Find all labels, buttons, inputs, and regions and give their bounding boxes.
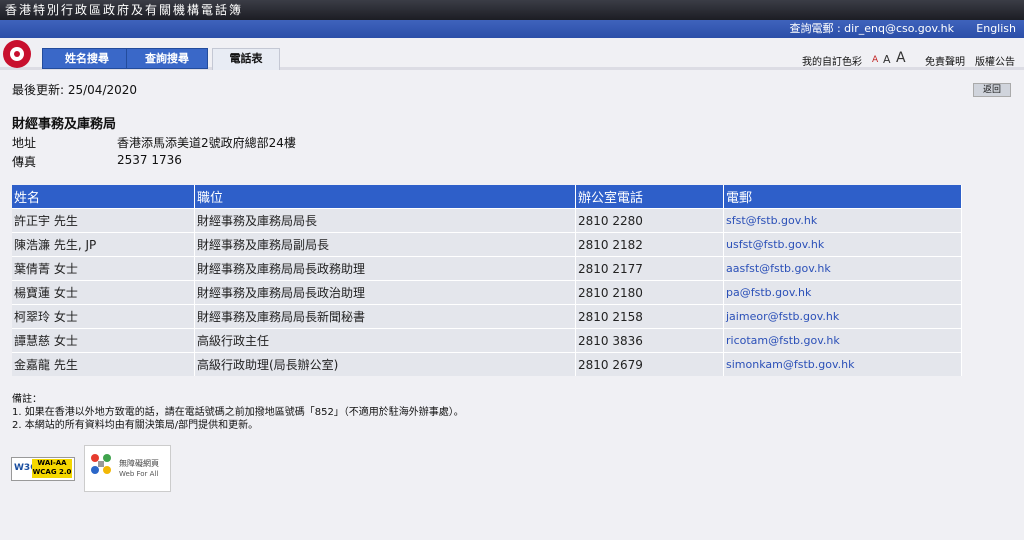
table-row: 金嘉龍 先生 高級行政助理(局長辦公室) 2810 2679 simonkam@… xyxy=(12,352,962,376)
staff-post: 財經事務及庫務局副局長 xyxy=(194,232,576,257)
staff-directory-table: 姓名 職位 辦公室電話 電郵 許正宇 先生 財經事務及庫務局局長 2810 22… xyxy=(12,185,962,376)
staff-name: 陳浩濂 先生, JP xyxy=(12,232,195,257)
staff-email-link[interactable]: ricotam@fstb.gov.hk xyxy=(723,328,962,353)
staff-email-link[interactable]: simonkam@fstb.gov.hk xyxy=(723,352,962,376)
font-size-medium-button[interactable]: A xyxy=(883,53,891,66)
staff-phone: 2810 2180 xyxy=(575,280,724,305)
address-label: 地址 xyxy=(12,136,37,150)
staff-email-link[interactable]: sfst@fstb.gov.hk xyxy=(723,208,962,233)
staff-phone: 2810 2158 xyxy=(575,304,724,329)
fax-value: 2537 1736 xyxy=(117,153,182,167)
fax-label: 傳真 xyxy=(12,155,37,169)
site-title-bar: 香港特別行政區政府及有關機構電話簿 xyxy=(0,0,1024,20)
staff-post: 財經事務及庫務局局長政治助理 xyxy=(194,280,576,305)
table-row: 楊寶蓮 女士 財經事務及庫務局局長政治助理 2810 2180 pa@fstb.… xyxy=(12,280,962,305)
info-bar: 查詢電郵 : dir_enq@cso.gov.hk English xyxy=(0,20,1024,38)
header-post: 職位 xyxy=(194,185,576,209)
hksar-emblem-icon xyxy=(3,40,31,68)
table-row: 許正宇 先生 財經事務及庫務局局長 2810 2280 sfst@fstb.go… xyxy=(12,208,962,233)
staff-name: 金嘉龍 先生 xyxy=(12,352,195,376)
note-item: 2. 本網站的所有資料均由有關決策局/部門提供和更新。 xyxy=(12,420,259,431)
tab-phone-list[interactable]: 電話表 xyxy=(212,48,280,70)
copyright-link[interactable]: 版權公告 xyxy=(975,53,1015,68)
staff-name: 楊寶蓮 女士 xyxy=(12,280,195,305)
staff-post: 財經事務及庫務局局長 xyxy=(194,208,576,233)
back-button[interactable]: 返回 xyxy=(973,83,1011,97)
staff-email-link[interactable]: jaimeor@fstb.gov.hk xyxy=(723,304,962,329)
staff-post: 高級行政主任 xyxy=(194,328,576,353)
notes-section: 備註： 1. 如果在香港以外地方致電的話，請在電話號碼之前加撥地區號碼「852」… xyxy=(12,393,464,432)
last-updated: 最後更新: 25/04/2020 xyxy=(12,83,138,97)
tab-enquiry-search[interactable]: 查詢搜尋 xyxy=(126,48,208,69)
wcag-version: WCAG 2.0 xyxy=(32,468,72,476)
header-office-phone: 辦公室電話 xyxy=(575,185,724,209)
font-size-large-button[interactable]: A xyxy=(896,50,906,66)
enquiry-email-link[interactable]: 查詢電郵 : dir_enq@cso.gov.hk xyxy=(789,20,954,38)
tab-name-search[interactable]: 姓名搜尋 xyxy=(42,48,132,69)
table-header-row: 姓名 職位 辦公室電話 電郵 xyxy=(12,185,962,209)
note-item: 1. 如果在香港以外地方致電的話，請在電話號碼之前加撥地區號碼「852」（不適用… xyxy=(12,407,464,418)
staff-post: 財經事務及庫務局局長新聞秘書 xyxy=(194,304,576,329)
emblem-center xyxy=(14,51,20,57)
web-for-all-badge[interactable]: 無障礙網頁 Web For All xyxy=(84,445,171,492)
disclaimer-link[interactable]: 免責聲明 xyxy=(925,53,965,68)
address-value: 香港添馬添美道2號政府總部24樓 xyxy=(117,136,296,150)
table-row: 柯翠玲 女士 財經事務及庫務局局長新聞秘書 2810 2158 jaimeor@… xyxy=(12,304,962,329)
staff-phone: 2810 2182 xyxy=(575,232,724,257)
font-size-small-button[interactable]: A xyxy=(872,55,878,65)
staff-post: 財經事務及庫務局局長政務助理 xyxy=(194,256,576,281)
staff-phone: 2810 2177 xyxy=(575,256,724,281)
english-language-link[interactable]: English xyxy=(976,20,1016,38)
wcag-badge[interactable]: W3C WAI-AA WCAG 2.0 xyxy=(11,457,75,481)
staff-name: 譚慧慈 女士 xyxy=(12,328,195,353)
staff-post: 高級行政助理(局長辦公室) xyxy=(194,352,576,376)
staff-phone: 2810 2679 xyxy=(575,352,724,376)
notes-title: 備註： xyxy=(12,394,42,405)
header-email: 電郵 xyxy=(723,185,962,209)
web-for-all-icon xyxy=(91,454,111,474)
site-title: 香港特別行政區政府及有關機構電話簿 xyxy=(5,3,244,17)
staff-name: 許正宇 先生 xyxy=(12,208,195,233)
web-for-all-english: Web For All xyxy=(119,470,159,478)
header-name: 姓名 xyxy=(12,185,195,209)
table-row: 葉倩菁 女士 財經事務及庫務局局長政務助理 2810 2177 aasfst@f… xyxy=(12,256,962,281)
staff-phone: 2810 3836 xyxy=(575,328,724,353)
wcag-level: WAI-AA xyxy=(37,459,67,467)
table-row: 陳浩濂 先生, JP 財經事務及庫務局副局長 2810 2182 usfst@f… xyxy=(12,232,962,257)
colour-scheme-link[interactable]: 我的自訂色彩 xyxy=(802,53,862,68)
staff-name: 柯翠玲 女士 xyxy=(12,304,195,329)
bureau-name: 財經事務及庫務局 xyxy=(12,117,117,132)
staff-name: 葉倩菁 女士 xyxy=(12,256,195,281)
staff-email-link[interactable]: pa@fstb.gov.hk xyxy=(723,280,962,305)
wcag-level-label: WAI-AA WCAG 2.0 xyxy=(32,459,72,478)
staff-phone: 2810 2280 xyxy=(575,208,724,233)
staff-email-link[interactable]: aasfst@fstb.gov.hk xyxy=(723,256,962,281)
table-row: 譚慧慈 女士 高級行政主任 2810 3836 ricotam@fstb.gov… xyxy=(12,328,962,353)
staff-email-link[interactable]: usfst@fstb.gov.hk xyxy=(723,232,962,257)
web-for-all-chinese: 無障礙網頁 xyxy=(119,459,159,468)
